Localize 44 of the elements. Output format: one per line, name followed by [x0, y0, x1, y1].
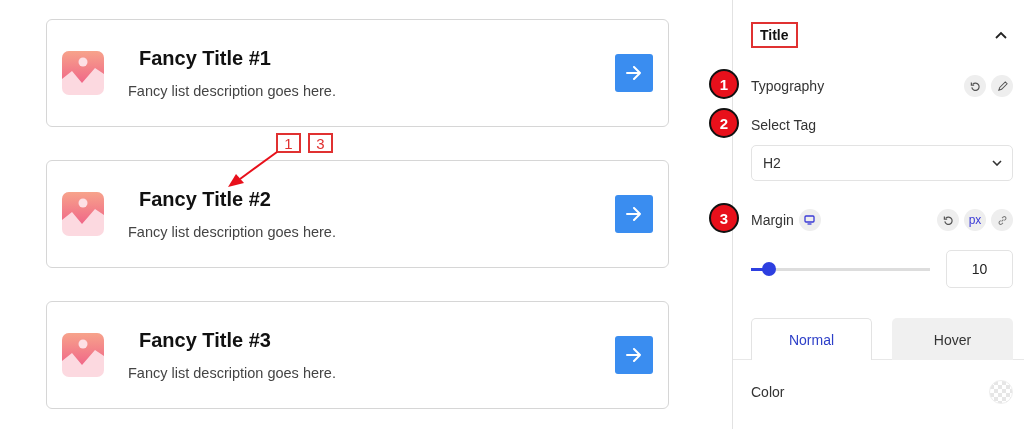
- card-description: Fancy list description goes here.: [128, 365, 337, 381]
- arrow-button[interactable]: [615, 54, 653, 92]
- card-title: Fancy Title #2: [139, 188, 272, 211]
- step-marker: 2: [709, 108, 739, 138]
- image-placeholder-icon: [62, 192, 104, 236]
- reset-icon: [942, 214, 954, 226]
- field-label: Select Tag: [751, 117, 817, 133]
- edit-button[interactable]: [991, 75, 1013, 97]
- state-tab[interactable]: Normal: [751, 318, 872, 360]
- step-marker: 3: [709, 203, 739, 233]
- image-placeholder-icon: [62, 51, 104, 95]
- color-swatch[interactable]: [989, 380, 1013, 404]
- callout-label: 3: [308, 133, 333, 153]
- image-placeholder-icon: [62, 333, 104, 377]
- arrow-button[interactable]: [615, 336, 653, 374]
- arrow-right-icon: [626, 348, 642, 362]
- field-label: Typography: [751, 78, 825, 94]
- link-icon: [996, 214, 1008, 226]
- arrow-right-icon: [626, 66, 642, 80]
- chevron-down-icon: [992, 160, 1002, 166]
- tag-select[interactable]: H2: [751, 145, 1013, 181]
- chevron-up-icon[interactable]: [995, 31, 1007, 39]
- link-button[interactable]: [991, 209, 1013, 231]
- callout-label: 1: [276, 133, 301, 153]
- margin-input[interactable]: 10: [946, 250, 1013, 288]
- reset-button[interactable]: [964, 75, 986, 97]
- device-button[interactable]: [798, 209, 821, 231]
- card-title: Fancy Title #3: [139, 329, 272, 352]
- arrow-right-icon: [626, 207, 642, 221]
- desktop-icon: [804, 215, 816, 225]
- pencil-icon: [996, 80, 1008, 92]
- card-description: Fancy list description goes here.: [128, 83, 337, 99]
- card-title: Fancy Title #1: [139, 47, 272, 70]
- reset-icon: [969, 80, 981, 92]
- unit-button[interactable]: px: [964, 209, 986, 231]
- card-description: Fancy list description goes here.: [128, 224, 337, 240]
- reset-button[interactable]: [937, 209, 959, 231]
- section-title: Title: [751, 22, 798, 48]
- callout-arrow: [228, 151, 278, 187]
- field-label: Color: [751, 384, 785, 400]
- state-tab[interactable]: Hover: [892, 318, 1013, 360]
- arrow-button[interactable]: [615, 195, 653, 233]
- step-marker: 1: [709, 69, 739, 99]
- field-label: Margin: [751, 212, 794, 228]
